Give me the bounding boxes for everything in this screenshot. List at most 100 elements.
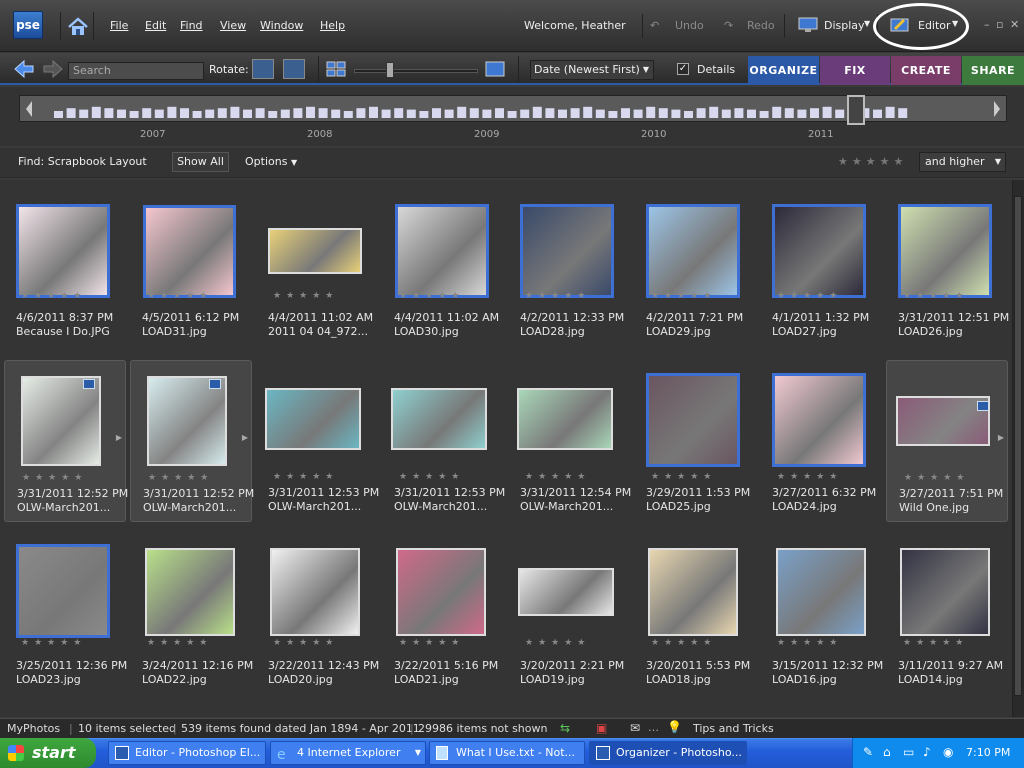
menu-window[interactable]: Window bbox=[260, 19, 303, 32]
tab-share[interactable]: SHARE bbox=[962, 56, 1024, 85]
photo-item[interactable]: ★★★★★ 3/22/2011 5:16 PM LOAD21.jpg bbox=[382, 538, 504, 700]
details-checkbox[interactable]: ✓ bbox=[677, 63, 689, 75]
photo-thumbnail[interactable] bbox=[147, 376, 227, 466]
tips-and-tricks-link[interactable]: Tips and Tricks bbox=[693, 722, 774, 735]
taskbar-internet-explorer[interactable]: e 4 Internet Explorer ▼ bbox=[270, 741, 426, 765]
taskbar-notepad[interactable]: What I Use.txt - Not... bbox=[429, 741, 585, 765]
large-thumbnail-icon[interactable] bbox=[485, 60, 505, 78]
tab-create[interactable]: CREATE bbox=[891, 56, 961, 85]
photo-thumbnail[interactable] bbox=[21, 376, 101, 466]
small-thumbnail-icon[interactable] bbox=[326, 61, 346, 77]
photo-thumbnail[interactable] bbox=[391, 388, 487, 450]
photo-thumbnail[interactable] bbox=[772, 204, 866, 298]
photo-item[interactable]: ▶ ★★★★★ 3/27/2011 7:51 PM Wild One.jpg bbox=[886, 360, 1008, 522]
photo-item[interactable]: ★★★★★ 4/2/2011 12:33 PM LOAD28.jpg bbox=[508, 188, 630, 350]
photo-item[interactable]: ★★★★★ 3/31/2011 12:53 PM OLW-March201... bbox=[256, 360, 379, 522]
menu-edit[interactable]: Edit bbox=[145, 19, 166, 32]
photo-item[interactable]: ★★★★★ 3/25/2011 12:36 PM LOAD23.jpg bbox=[4, 538, 127, 700]
forward-arrow-icon[interactable] bbox=[42, 59, 64, 79]
menu-file[interactable]: File bbox=[110, 19, 128, 32]
menu-help[interactable]: Help bbox=[320, 19, 345, 32]
photo-thumbnail[interactable] bbox=[395, 204, 489, 298]
mail-icon[interactable]: ✉ bbox=[630, 721, 640, 735]
star-rating[interactable]: ★★★★★ bbox=[147, 638, 212, 648]
photo-thumbnail[interactable] bbox=[518, 568, 614, 616]
photo-item[interactable]: ★★★★★ 3/20/2011 5:53 PM LOAD18.jpg bbox=[634, 538, 756, 700]
star-rating[interactable]: ★★★★★ bbox=[651, 472, 716, 482]
photo-thumbnail[interactable] bbox=[646, 373, 740, 467]
menu-find[interactable]: Find bbox=[180, 19, 203, 32]
photo-thumbnail[interactable] bbox=[520, 204, 614, 298]
photo-thumbnail[interactable] bbox=[900, 548, 990, 636]
photo-item[interactable]: ★★★★★ 3/11/2011 9:27 AM LOAD14.jpg bbox=[886, 538, 1008, 700]
timeline-left-handle-icon[interactable] bbox=[22, 97, 36, 121]
photo-item[interactable]: ★★★★★ 4/5/2011 6:12 PM LOAD31.jpg bbox=[130, 188, 252, 350]
tab-fix[interactable]: FIX bbox=[820, 56, 890, 85]
star-rating[interactable]: ★★★★★ bbox=[777, 638, 842, 648]
star-rating[interactable]: ★★★★★ bbox=[525, 472, 590, 482]
star-rating[interactable]: ★★★★★ bbox=[273, 472, 338, 482]
redo-button[interactable]: Redo bbox=[747, 19, 775, 32]
inbox-icon[interactable]: ▣ bbox=[596, 721, 607, 735]
photo-thumbnail[interactable] bbox=[145, 548, 235, 636]
photo-item[interactable]: ★★★★★ 3/20/2011 2:21 PM LOAD19.jpg bbox=[508, 538, 630, 700]
menu-view[interactable]: View bbox=[220, 19, 246, 32]
star-rating[interactable]: ★★★★★ bbox=[903, 638, 968, 648]
photo-thumbnail[interactable] bbox=[648, 548, 738, 636]
photo-thumbnail[interactable] bbox=[396, 548, 486, 636]
display-button[interactable]: Display ▼ bbox=[798, 15, 870, 37]
photo-item[interactable]: ★★★★★ 3/31/2011 12:53 PM OLW-March201... bbox=[382, 360, 505, 522]
star-rating[interactable]: ★★★★★ bbox=[22, 473, 87, 483]
slider-thumb[interactable] bbox=[386, 62, 394, 78]
sort-dropdown[interactable]: Date (Newest First) ▼ bbox=[530, 60, 654, 80]
photo-item[interactable]: ★★★★★ 3/15/2011 12:32 PM LOAD16.jpg bbox=[760, 538, 883, 700]
more-icon[interactable]: … bbox=[648, 721, 659, 734]
tray-volume-icon[interactable]: ♪ bbox=[923, 745, 931, 759]
photo-thumbnail[interactable] bbox=[772, 373, 866, 467]
expand-stack-icon[interactable]: ▶ bbox=[998, 433, 1004, 442]
star-rating[interactable]: ★★★★★ bbox=[777, 291, 842, 301]
search-input[interactable]: Search bbox=[68, 62, 204, 80]
star-rating[interactable]: ★★★★★ bbox=[651, 638, 716, 648]
photo-thumbnail[interactable] bbox=[268, 228, 362, 274]
star-rating[interactable]: ★★★★★ bbox=[273, 638, 338, 648]
star-rating[interactable]: ★★★★★ bbox=[399, 638, 464, 648]
photo-item[interactable]: ★★★★★ 4/4/2011 11:02 AM LOAD30.jpg bbox=[382, 188, 504, 350]
taskbar-organizer[interactable]: Organizer - Photosho... bbox=[589, 741, 747, 765]
back-arrow-icon[interactable] bbox=[13, 59, 35, 79]
tray-network-icon[interactable]: ⌂ bbox=[883, 745, 891, 759]
photo-item[interactable]: ★★★★★ 3/27/2011 6:32 PM LOAD24.jpg bbox=[760, 360, 882, 522]
star-rating[interactable]: ★★★★★ bbox=[399, 291, 464, 301]
star-rating[interactable]: ★★★★★ bbox=[21, 291, 86, 301]
close-button[interactable]: ✕ bbox=[1010, 18, 1019, 31]
star-rating[interactable]: ★★★★★ bbox=[525, 638, 590, 648]
star-rating[interactable]: ★★★★★ bbox=[147, 291, 212, 301]
photo-item[interactable]: ★★★★★ 4/1/2011 1:32 PM LOAD27.jpg bbox=[760, 188, 882, 350]
tray-update-icon[interactable]: ◉ bbox=[943, 745, 953, 759]
expand-stack-icon[interactable]: ▶ bbox=[116, 433, 122, 442]
star-rating[interactable]: ★★★★★ bbox=[273, 291, 338, 301]
photo-thumbnail[interactable] bbox=[517, 388, 613, 450]
photo-thumbnail[interactable] bbox=[646, 204, 740, 298]
sync-icon[interactable]: ⇆ bbox=[560, 721, 570, 735]
restore-button[interactable]: ▫ bbox=[996, 18, 1003, 31]
tab-organize[interactable]: ORGANIZE bbox=[748, 56, 819, 85]
home-button[interactable] bbox=[60, 12, 94, 40]
rating-filter-dropdown[interactable]: and higher ▼ bbox=[919, 152, 1006, 172]
tray-pen-icon[interactable]: ✎ bbox=[863, 745, 873, 759]
photo-item[interactable]: ★★★★★ 4/4/2011 11:02 AM 2011 04 04_972... bbox=[256, 188, 378, 350]
tray-monitor-icon[interactable]: ▭ bbox=[903, 745, 914, 759]
star-rating[interactable]: ★★★★★ bbox=[777, 472, 842, 482]
photo-item[interactable]: ★★★★★ 4/6/2011 8:37 PM Because I Do.JPG bbox=[4, 188, 126, 350]
minimize-button[interactable]: – bbox=[984, 18, 990, 31]
photo-thumbnail[interactable] bbox=[896, 396, 990, 446]
timeline-marker[interactable] bbox=[847, 95, 865, 125]
show-all-button[interactable]: Show All bbox=[172, 152, 229, 172]
star-rating[interactable]: ★★★★★ bbox=[399, 472, 464, 482]
star-rating[interactable]: ★★★★★ bbox=[651, 291, 716, 301]
rotate-right-icon[interactable] bbox=[283, 59, 305, 79]
photo-item[interactable]: ▶ ★★★★★ 3/31/2011 12:52 PM OLW-March201... bbox=[4, 360, 128, 522]
photo-item[interactable]: ★★★★★ 3/22/2011 12:43 PM LOAD20.jpg bbox=[256, 538, 379, 700]
photo-item[interactable]: ★★★★★ 4/2/2011 7:21 PM LOAD29.jpg bbox=[634, 188, 756, 350]
star-rating[interactable]: ★★★★★ bbox=[525, 291, 590, 301]
